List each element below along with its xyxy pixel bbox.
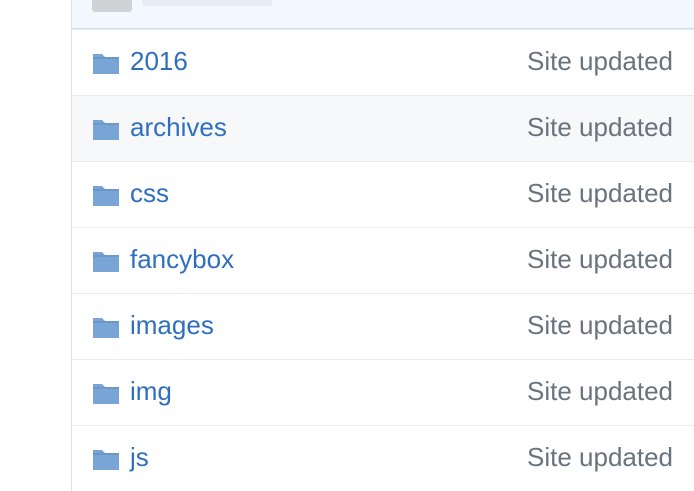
commit-message-link[interactable]: Site updated <box>527 45 673 76</box>
file-name-link[interactable]: images <box>130 309 214 340</box>
commit-message-link[interactable]: Site updated <box>527 309 673 340</box>
avatar[interactable] <box>92 0 132 12</box>
file-name-link[interactable]: img <box>130 375 172 406</box>
file-row-2016[interactable]: 2016 Site updated <box>72 29 694 95</box>
file-name-link[interactable]: js <box>130 441 149 472</box>
file-row-archives[interactable]: archives Site updated <box>72 95 694 161</box>
file-row-css[interactable]: css Site updated <box>72 161 694 227</box>
file-name-link[interactable]: fancybox <box>130 243 234 274</box>
file-row-fancybox[interactable]: fancybox Site updated <box>72 227 694 293</box>
file-row-img[interactable]: img Site updated <box>72 359 694 425</box>
commit-message-link[interactable]: Site updated <box>527 111 673 142</box>
folder-icon <box>92 381 120 405</box>
latest-commit-bar <box>72 0 694 29</box>
file-name-link[interactable]: archives <box>130 111 227 142</box>
file-table: 2016 Site updated archives Site updated … <box>71 0 694 491</box>
latest-commit-message <box>142 0 272 6</box>
file-row-images[interactable]: images Site updated <box>72 293 694 359</box>
folder-icon <box>92 117 120 141</box>
folder-icon <box>92 183 120 207</box>
commit-message-link[interactable]: Site updated <box>527 441 673 472</box>
commit-message-link[interactable]: Site updated <box>527 375 673 406</box>
folder-icon <box>92 315 120 339</box>
folder-icon <box>92 51 120 75</box>
folder-icon <box>92 447 120 471</box>
commit-message-link[interactable]: Site updated <box>527 177 673 208</box>
file-name-link[interactable]: css <box>130 177 169 208</box>
file-row-js[interactable]: js Site updated <box>72 425 694 491</box>
folder-icon <box>92 249 120 273</box>
file-name-link[interactable]: 2016 <box>130 45 188 76</box>
commit-message-link[interactable]: Site updated <box>527 243 673 274</box>
